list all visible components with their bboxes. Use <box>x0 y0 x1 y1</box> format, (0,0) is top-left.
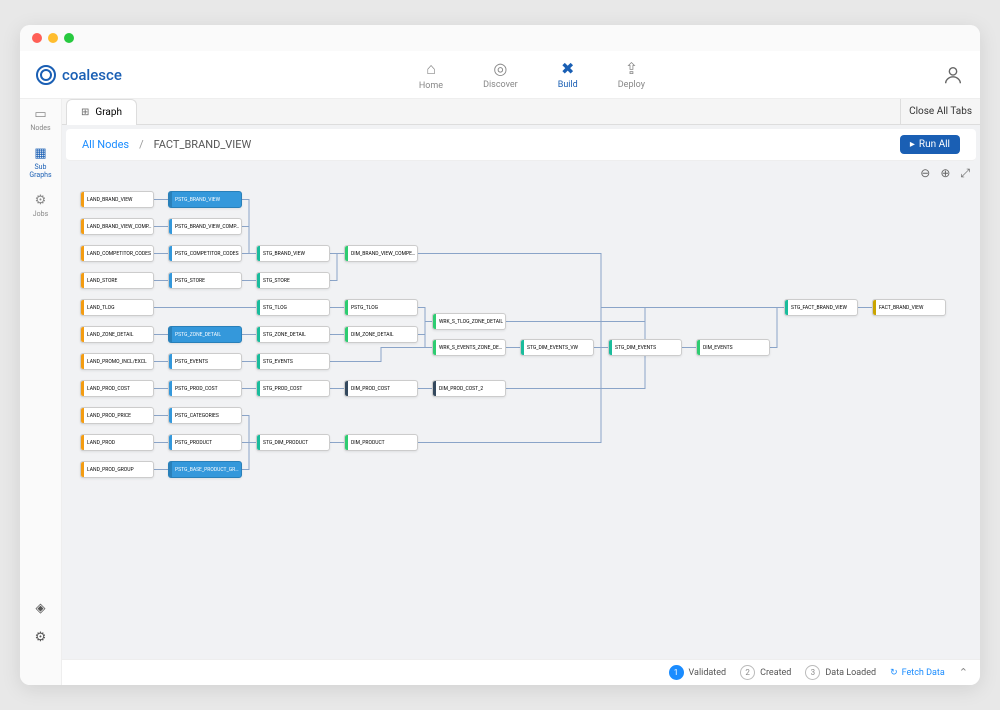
app-title: coalesce <box>62 66 122 84</box>
run-all-button[interactable]: ▸ Run All <box>900 135 960 154</box>
status-validated: 1 Validated <box>669 665 727 680</box>
deploy-icon: ⇪ <box>625 59 638 78</box>
graph-node[interactable]: LAND_PROD_PRICE <box>80 407 154 424</box>
status-created: 2 Created <box>740 665 791 680</box>
breadcrumb-root[interactable]: All Nodes <box>82 138 129 151</box>
graph-node[interactable]: LAND_TLOG <box>80 299 154 316</box>
graph-node[interactable]: WRK_S_TLOG_ZONE_DETAIL <box>432 313 506 330</box>
breadcrumb-bar: All Nodes / FACT_BRAND_VIEW ▸ Run All <box>66 129 976 161</box>
graph-node[interactable]: PSTG_BASE_PRODUCT_GR… <box>168 461 242 478</box>
status-badge-3: 3 <box>805 665 820 680</box>
close-all-tabs-button[interactable]: Close All Tabs <box>900 99 980 124</box>
canvas-tools: ⊖ ⊕ ⤢ <box>62 161 980 185</box>
settings-icon[interactable]: ⚙ <box>35 630 47 645</box>
graph-node[interactable]: DIM_BRAND_VIEW_COMPE… <box>344 245 418 262</box>
user-menu[interactable] <box>942 64 964 86</box>
minimize-window-button[interactable] <box>48 33 58 43</box>
close-window-button[interactable] <box>32 33 42 43</box>
graph-node[interactable]: STG_DIM_EVENTS_VW <box>520 339 594 356</box>
top-nav: ⌂ Home ◎ Discover ✖ Build ⇪ Deploy <box>122 59 942 91</box>
graph-node[interactable]: STG_FACT_BRAND_VIEW <box>784 299 858 316</box>
graph-node[interactable]: PSTG_TLOG <box>344 299 418 316</box>
status-badge-1: 1 <box>669 665 684 680</box>
graph-node[interactable]: DIM_PROD_COST_2 <box>432 380 506 397</box>
sidebar: ▭ Nodes ▦ Sub Graphs ⚙ Jobs ◈ ⚙ <box>20 99 62 685</box>
compass-icon: ◎ <box>493 59 507 78</box>
graph-node[interactable]: LAND_PROD_GROUP <box>80 461 154 478</box>
git-icon[interactable]: ◈ <box>36 601 46 616</box>
tab-graph[interactable]: ⊞ Graph <box>66 99 137 125</box>
graph-node[interactable]: LAND_PROMO_INCL/EXCL <box>80 353 154 370</box>
graph-node[interactable]: PSTG_EVENTS <box>168 353 242 370</box>
grid-icon: ▦ <box>34 146 46 161</box>
graph-node[interactable]: LAND_PROD_COST <box>80 380 154 397</box>
graph-node[interactable]: LAND_COMPETITOR_CODES <box>80 245 154 262</box>
fullscreen-button[interactable]: ⤢ <box>960 166 970 181</box>
graph-node[interactable]: PSTG_PROD_COST <box>168 380 242 397</box>
status-bar: 1 Validated 2 Created 3 Data Loaded ↻ Fe… <box>62 659 980 685</box>
nav-build[interactable]: ✖ Build <box>558 59 578 91</box>
home-icon: ⌂ <box>426 59 436 79</box>
sidebar-nodes[interactable]: ▭ Nodes <box>30 107 50 132</box>
graph-node[interactable]: DIM_PRODUCT <box>344 434 418 451</box>
graph-node[interactable]: DIM_ZONE_DETAIL <box>344 326 418 343</box>
graph-node[interactable]: PSTG_COMPETITOR_CODES <box>168 245 242 262</box>
status-badge-2: 2 <box>740 665 755 680</box>
logo-icon <box>36 65 56 85</box>
graph-node[interactable]: STG_PROD_COST <box>256 380 330 397</box>
graph-node[interactable]: PSTG_BRAND_VIEW_COMP… <box>168 218 242 235</box>
graph-node[interactable]: LAND_BRAND_VIEW_COMP… <box>80 218 154 235</box>
graph-node[interactable]: LAND_BRAND_VIEW <box>80 191 154 208</box>
status-data-loaded: 3 Data Loaded <box>805 665 876 680</box>
graph-node[interactable]: STG_STORE <box>256 272 330 289</box>
graph-node[interactable]: WRK_S_EVENTS_ZONE_DE… <box>432 339 506 356</box>
graph-node[interactable]: PSTG_CATEGORIES <box>168 407 242 424</box>
tools-icon: ✖ <box>561 59 574 78</box>
graph-node[interactable]: PSTG_BRAND_VIEW <box>168 191 242 208</box>
graph-icon: ⊞ <box>81 107 89 118</box>
expand-panel-button[interactable]: ⌃ <box>959 666 968 679</box>
app-logo[interactable]: coalesce <box>36 65 122 85</box>
refresh-icon: ↻ <box>890 668 898 678</box>
jobs-icon: ⚙ <box>35 193 47 208</box>
nav-deploy[interactable]: ⇪ Deploy <box>618 59 645 91</box>
graph-node[interactable]: FACT_BRAND_VIEW <box>872 299 946 316</box>
breadcrumb-separator: / <box>139 138 144 151</box>
breadcrumb-current: FACT_BRAND_VIEW <box>154 138 252 151</box>
zoom-out-button[interactable]: ⊖ <box>920 166 930 180</box>
graph-node[interactable]: PSTG_PRODUCT <box>168 434 242 451</box>
fetch-data-button[interactable]: ↻ Fetch Data <box>890 668 945 678</box>
graph-canvas[interactable]: LAND_BRAND_VIEW LAND_BRAND_VIEW_COMP… LAND… <box>62 185 980 685</box>
graph-node[interactable]: LAND_ZONE_DETAIL <box>80 326 154 343</box>
graph-node[interactable]: PSTG_STORE <box>168 272 242 289</box>
graph-node[interactable]: PSTG_ZONE_DETAIL <box>168 326 242 343</box>
graph-node[interactable]: LAND_PROD <box>80 434 154 451</box>
graph-node[interactable]: STG_DIM_EVENTS <box>608 339 682 356</box>
graph-node[interactable]: STG_ZONE_DETAIL <box>256 326 330 343</box>
browser-window: coalesce ⌂ Home ◎ Discover ✖ Build ⇪ Dep… <box>20 25 980 685</box>
main-content: ⊞ Graph Close All Tabs All Nodes / FACT_… <box>62 99 980 685</box>
graph-node[interactable]: STG_EVENTS <box>256 353 330 370</box>
graph-node[interactable]: DIM_EVENTS <box>696 339 770 356</box>
maximize-window-button[interactable] <box>64 33 74 43</box>
graph-node[interactable]: STG_BRAND_VIEW <box>256 245 330 262</box>
folder-icon: ▭ <box>34 107 46 122</box>
sidebar-subgraphs[interactable]: ▦ Sub Graphs <box>29 146 51 179</box>
graph-node[interactable]: STG_DIM_PRODUCT <box>256 434 330 451</box>
sidebar-jobs[interactable]: ⚙ Jobs <box>33 193 48 218</box>
play-icon: ▸ <box>910 139 915 150</box>
tab-bar: ⊞ Graph Close All Tabs <box>62 99 980 125</box>
zoom-in-button[interactable]: ⊕ <box>940 166 950 180</box>
nav-discover[interactable]: ◎ Discover <box>483 59 518 91</box>
graph-node[interactable]: STG_TLOG <box>256 299 330 316</box>
window-chrome <box>20 25 980 51</box>
topbar: coalesce ⌂ Home ◎ Discover ✖ Build ⇪ Dep… <box>20 51 980 99</box>
nav-home[interactable]: ⌂ Home <box>419 59 443 91</box>
graph-node[interactable]: DIM_PROD_COST <box>344 380 418 397</box>
app-body: ▭ Nodes ▦ Sub Graphs ⚙ Jobs ◈ ⚙ ⊞ Graph <box>20 99 980 685</box>
graph-node[interactable]: LAND_STORE <box>80 272 154 289</box>
